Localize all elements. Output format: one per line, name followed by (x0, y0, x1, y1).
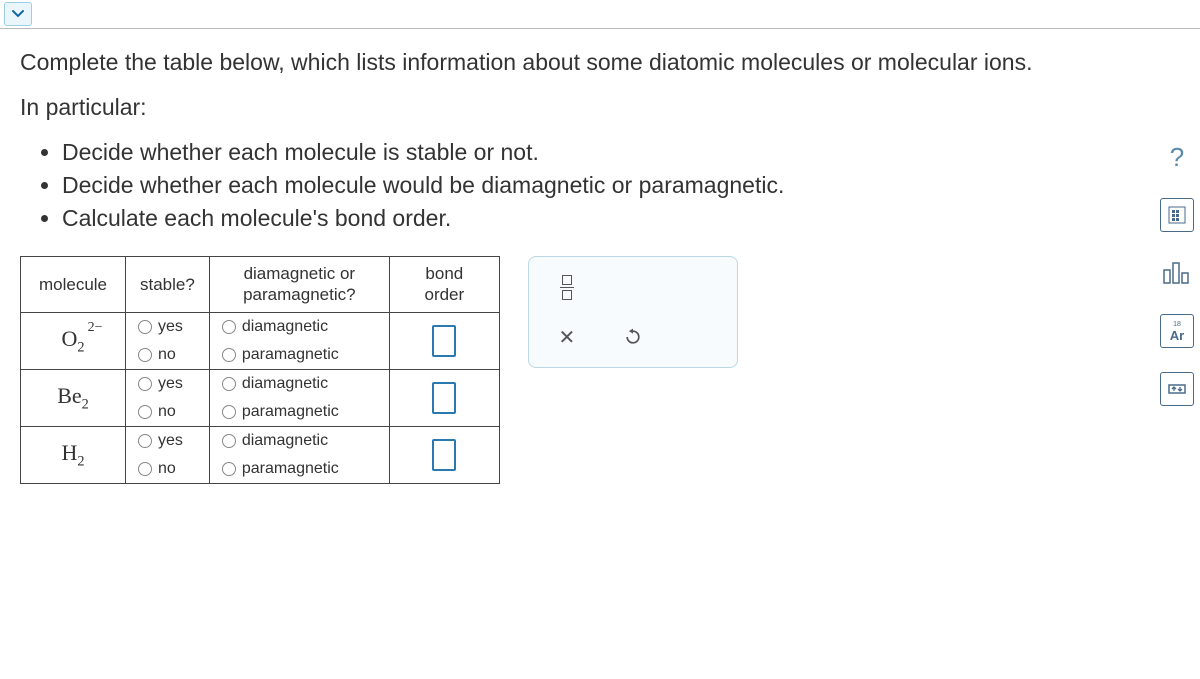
radio-paramagnetic[interactable]: paramagnetic (210, 398, 389, 426)
element-number: 18 (1173, 321, 1181, 328)
bond-order-input[interactable] (432, 439, 456, 471)
question-text: Complete the table below, which lists in… (0, 29, 1100, 234)
collapse-button[interactable] (4, 2, 32, 26)
radio-label: diamagnetic (242, 375, 328, 393)
bar-chart-icon (1163, 262, 1191, 284)
orbital-icon (1167, 379, 1187, 399)
radio-label: diamagnetic (242, 318, 328, 336)
bond-order-input[interactable] (432, 325, 456, 357)
help-button[interactable]: ? (1160, 140, 1194, 174)
molecule-table: molecule stable? diamagnetic or paramagn… (20, 256, 500, 484)
undo-icon (623, 327, 643, 347)
radio-stable-yes[interactable]: yes (126, 313, 209, 341)
radio-icon (138, 377, 152, 391)
prompt-line-2: In particular: (20, 92, 1080, 123)
radio-icon (222, 405, 236, 419)
input-toolbox: ✕ (528, 256, 738, 368)
bond-order-input[interactable] (432, 382, 456, 414)
workspace: molecule stable? diamagnetic or paramagn… (0, 256, 1200, 484)
instruction-item: Decide whether each molecule would be di… (62, 170, 1080, 201)
radio-stable-no[interactable]: no (126, 455, 209, 483)
stable-cell: yes no (126, 312, 210, 369)
col-magnetism: diamagnetic or paramagnetic? (209, 257, 389, 313)
radio-icon (138, 320, 152, 334)
radio-diamagnetic[interactable]: diamagnetic (210, 313, 389, 341)
instruction-item: Calculate each molecule's bond order. (62, 203, 1080, 234)
magnetism-cell: diamagnetic paramagnetic (209, 426, 389, 483)
molecule-formula: O22− (21, 312, 126, 369)
radio-label: yes (158, 318, 183, 336)
radio-diamagnetic[interactable]: diamagnetic (210, 370, 389, 398)
col-bond-order: bond order (389, 257, 499, 313)
radio-icon (138, 405, 152, 419)
close-icon: ✕ (558, 325, 575, 350)
col-molecule: molecule (21, 257, 126, 313)
question-header-bar (0, 0, 1200, 28)
radio-label: yes (158, 432, 183, 450)
radio-label: no (158, 403, 176, 421)
radio-stable-yes[interactable]: yes (126, 427, 209, 455)
bar-chart-button[interactable] (1160, 256, 1194, 290)
clear-tool[interactable]: ✕ (539, 317, 595, 357)
bond-order-cell (389, 369, 499, 426)
radio-stable-no[interactable]: no (126, 398, 209, 426)
right-sidebar: ? 18 Ar (1160, 140, 1194, 406)
magnetism-cell: diamagnetic paramagnetic (209, 312, 389, 369)
bond-order-cell (389, 426, 499, 483)
radio-icon (138, 462, 152, 476)
radio-label: no (158, 346, 176, 364)
fraction-icon (560, 275, 574, 300)
radio-label: no (158, 460, 176, 478)
periodic-table-button[interactable]: 18 Ar (1160, 314, 1194, 348)
electron-config-button[interactable] (1160, 372, 1194, 406)
radio-icon (222, 462, 236, 476)
radio-icon (138, 434, 152, 448)
chevron-down-icon (11, 7, 25, 21)
radio-icon (222, 320, 236, 334)
radio-icon (222, 377, 236, 391)
stable-cell: yes no (126, 369, 210, 426)
instruction-list: Decide whether each molecule is stable o… (20, 137, 1080, 234)
magnetism-cell: diamagnetic paramagnetic (209, 369, 389, 426)
radio-stable-yes[interactable]: yes (126, 370, 209, 398)
question-mark-icon: ? (1170, 142, 1184, 173)
radio-label: paramagnetic (242, 403, 339, 421)
radio-label: diamagnetic (242, 432, 328, 450)
bond-order-cell (389, 312, 499, 369)
table-row: O22− yes no diamagnetic paramagnetic (21, 312, 500, 369)
radio-stable-no[interactable]: no (126, 341, 209, 369)
radio-icon (222, 348, 236, 362)
molecule-formula: H2 (21, 426, 126, 483)
radio-label: yes (158, 375, 183, 393)
radio-paramagnetic[interactable]: paramagnetic (210, 341, 389, 369)
table-row: H2 yes no diamagnetic paramagnetic (21, 426, 500, 483)
radio-label: paramagnetic (242, 346, 339, 364)
radio-diamagnetic[interactable]: diamagnetic (210, 427, 389, 455)
element-symbol: Ar (1170, 329, 1184, 342)
stable-cell: yes no (126, 426, 210, 483)
molecule-formula: Be2 (21, 369, 126, 426)
table-row: Be2 yes no diamagnetic paramagnetic (21, 369, 500, 426)
col-stable: stable? (126, 257, 210, 313)
reset-tool[interactable] (605, 317, 661, 357)
instruction-item: Decide whether each molecule is stable o… (62, 137, 1080, 168)
grid-icon (1168, 206, 1186, 224)
radio-icon (138, 348, 152, 362)
fraction-tool[interactable] (539, 267, 595, 307)
prompt-line-1: Complete the table below, which lists in… (20, 47, 1080, 78)
radio-icon (222, 434, 236, 448)
radio-paramagnetic[interactable]: paramagnetic (210, 455, 389, 483)
radio-label: paramagnetic (242, 460, 339, 478)
grid-tool-button[interactable] (1160, 198, 1194, 232)
